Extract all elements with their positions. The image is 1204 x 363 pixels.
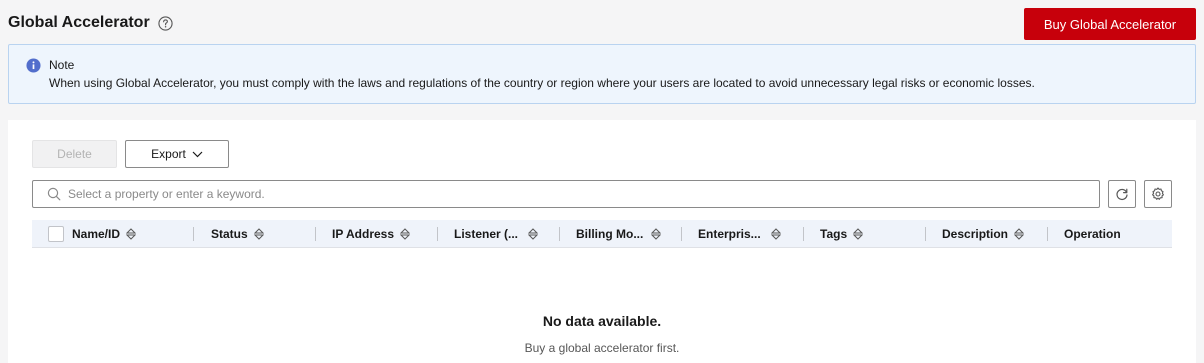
sort-icon — [651, 228, 662, 240]
refresh-button[interactable] — [1108, 180, 1136, 208]
note-banner: Note When using Global Accelerator, you … — [8, 44, 1196, 104]
sort-icon — [770, 228, 781, 240]
table-header: Name/ID Status IP Address Listener (... … — [32, 220, 1172, 248]
column-separator — [193, 227, 194, 241]
search-icon — [47, 187, 61, 201]
delete-button-label: Delete — [57, 147, 92, 161]
export-button-label: Export — [151, 147, 186, 161]
column-separator — [681, 227, 682, 241]
column-header-description[interactable]: Description — [942, 220, 1025, 248]
column-separator — [1047, 227, 1048, 241]
gear-icon — [1152, 187, 1164, 200]
column-separator — [437, 227, 438, 241]
sort-icon — [528, 228, 539, 240]
sort-icon — [853, 228, 864, 240]
delete-button[interactable]: Delete — [32, 140, 117, 168]
search-box[interactable] — [32, 180, 1100, 208]
refresh-icon — [1116, 188, 1128, 201]
column-header-tags[interactable]: Tags — [820, 220, 864, 248]
empty-state-description: Buy a global accelerator first. — [524, 341, 680, 355]
note-title: Note — [49, 58, 75, 72]
column-separator — [803, 227, 804, 241]
page-title: Global Accelerator — [8, 14, 150, 31]
buy-global-accelerator-button[interactable]: Buy Global Accelerator — [1024, 8, 1196, 40]
sort-icon — [126, 228, 137, 240]
accelerator-list-card: Delete Export Select a property or enter… — [8, 120, 1196, 363]
column-header-enterprise-project[interactable]: Enterpris... — [698, 220, 781, 248]
chevron-down-icon — [192, 151, 203, 157]
question-circle-icon[interactable] — [158, 16, 173, 31]
column-header-status[interactable]: Status — [211, 220, 264, 248]
empty-state-title: No data available. — [542, 313, 662, 329]
export-dropdown-button[interactable]: Export — [125, 140, 229, 168]
column-separator — [925, 227, 926, 241]
table-settings-button[interactable] — [1144, 180, 1172, 208]
column-header-ip-address[interactable]: IP Address — [332, 220, 411, 248]
column-header-billing-mode[interactable]: Billing Mo... — [576, 220, 662, 248]
column-header-name-id[interactable]: Name/ID — [72, 220, 137, 248]
sort-icon — [1014, 228, 1025, 240]
select-all-checkbox[interactable] — [48, 226, 64, 242]
sort-icon — [400, 228, 411, 240]
search-input[interactable] — [68, 182, 1068, 206]
column-separator — [559, 227, 560, 241]
sort-icon — [253, 228, 264, 240]
page-header: Global Accelerator Buy Global Accelerato… — [0, 0, 1204, 44]
page: Global Accelerator Buy Global Accelerato… — [0, 0, 1204, 363]
info-icon — [26, 58, 41, 73]
column-header-listener[interactable]: Listener (... — [454, 220, 539, 248]
column-header-operation: Operation — [1064, 227, 1121, 241]
column-separator — [315, 227, 316, 241]
note-body: When using Global Accelerator, you must … — [49, 76, 1035, 90]
